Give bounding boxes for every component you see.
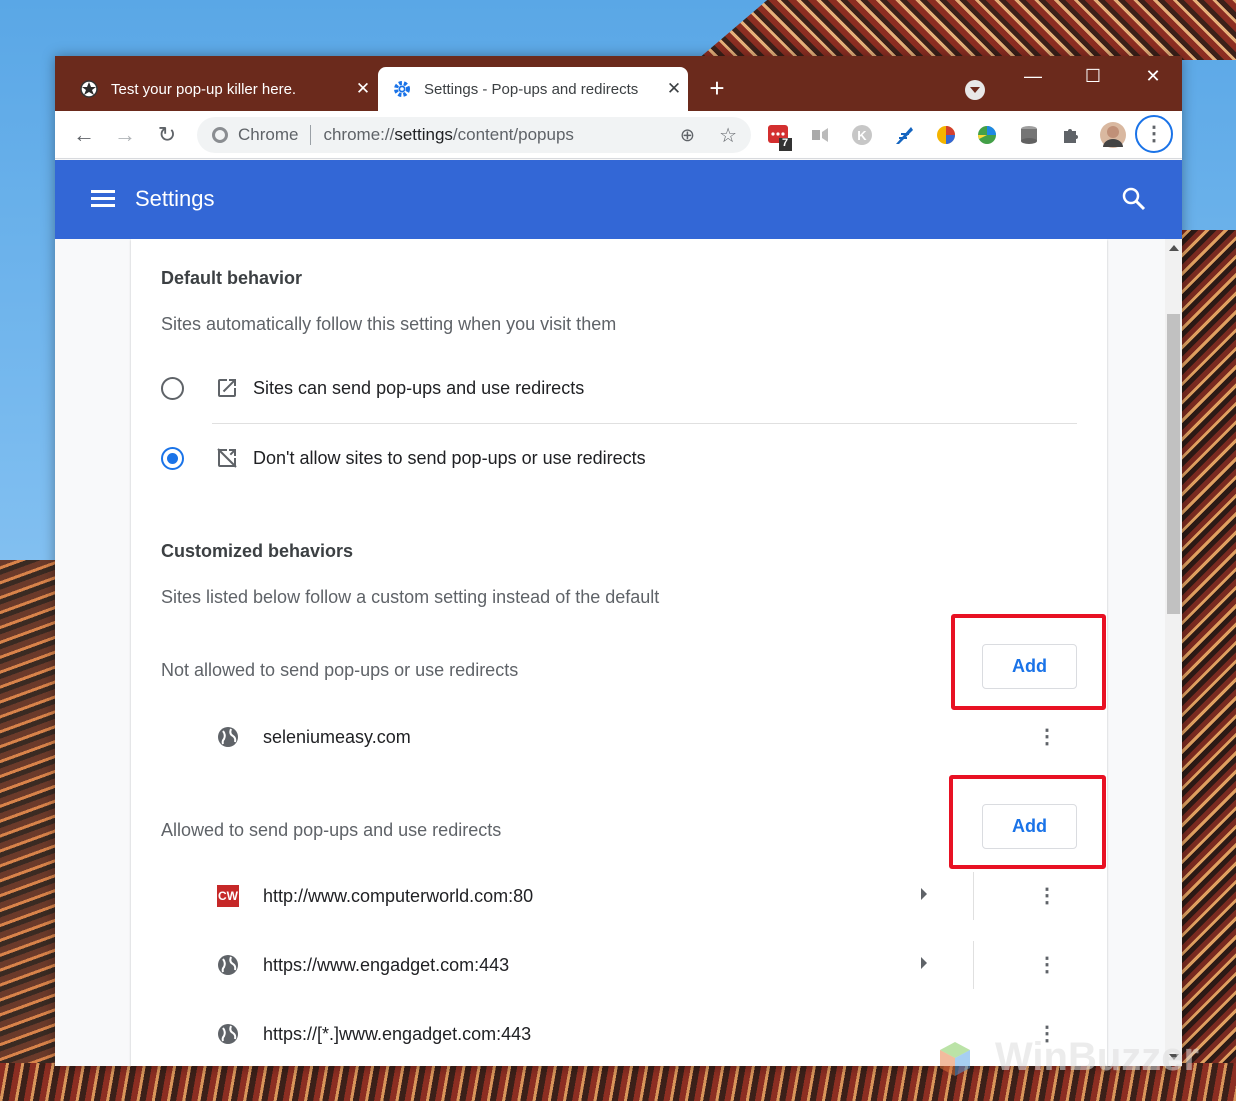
divider <box>212 423 1077 424</box>
blocked-list-label: Not allowed to send pop-ups or use redir… <box>161 660 519 680</box>
tab-close-icon[interactable]: ✕ <box>349 79 377 99</box>
radio-block-popups[interactable]: Don't allow sites to send pop-ups or use… <box>161 440 646 476</box>
url-scheme: chrome:// <box>323 125 395 144</box>
globe-icon <box>217 1023 239 1045</box>
extension-storage-icon[interactable] <box>1018 124 1040 146</box>
tab-close-icon[interactable]: ✕ <box>660 79 688 99</box>
background-building-left <box>0 560 60 1101</box>
hamburger-menu-icon[interactable] <box>91 190 115 208</box>
tab-popup-test[interactable]: Test your pop-up killer here. ✕ <box>65 67 377 111</box>
tab-title: Settings - Pop-ups and redirects <box>424 80 639 98</box>
site-url: seleniumeasy.com <box>263 726 411 747</box>
extension-green-chart-icon[interactable] <box>976 124 998 146</box>
site-url: http://www.computerworld.com:80 <box>263 885 534 906</box>
page-scrollbar[interactable] <box>1165 239 1182 1066</box>
forward-arrow-icon[interactable]: → <box>111 121 139 149</box>
winbuzzer-watermark: WinBuzzer <box>935 1035 1199 1080</box>
profile-avatar[interactable] <box>1099 121 1127 149</box>
globe-icon <box>217 954 239 976</box>
new-tab-plus-icon[interactable]: + <box>705 75 729 101</box>
bookmark-star-icon[interactable]: ☆ <box>719 123 737 148</box>
vertical-separator <box>973 941 974 989</box>
maximize-icon[interactable]: ☐ <box>1070 64 1116 88</box>
extension-pie-chart-icon[interactable] <box>935 124 957 146</box>
search-icon[interactable] <box>1121 186 1147 212</box>
svg-text:K: K <box>857 128 867 143</box>
settings-gear-icon <box>392 79 412 99</box>
settings-title: Settings <box>135 186 215 211</box>
red-highlight-box <box>951 614 1106 710</box>
customized-behaviors-heading: Customized behaviors <box>161 541 354 561</box>
settings-header: Settings <box>55 160 1182 239</box>
settings-content: Default behavior Sites automatically fol… <box>55 239 1165 1066</box>
site-more-actions-icon[interactable]: ⋮ <box>1037 882 1057 910</box>
customized-behaviors-subtitle: Sites listed below follow a custom setti… <box>161 587 660 607</box>
background-building-right <box>1180 230 1236 1101</box>
default-behavior-subtitle: Sites automatically follow this setting … <box>161 314 617 334</box>
site-more-actions-icon[interactable]: ⋮ <box>1037 951 1057 979</box>
popup-blocked-icon <box>215 446 239 470</box>
expand-arrow-icon[interactable] <box>921 957 927 969</box>
open-in-new-icon <box>215 376 239 400</box>
tab-settings-popups[interactable]: Settings - Pop-ups and redirects ✕ <box>378 67 688 111</box>
browser-toolbar: ← → ↻ Chrome chrome://settings/content/p… <box>55 111 1182 159</box>
popups-settings-card: Default behavior Sites automatically fol… <box>131 239 1107 1066</box>
globe-icon <box>217 726 239 748</box>
popup-killer-favicon-icon <box>79 79 99 99</box>
address-separator <box>310 125 312 145</box>
address-chip-label: Chrome <box>238 125 299 144</box>
browser-window: Test your pop-up killer here. ✕ Settings… <box>55 56 1182 1066</box>
extension-k-icon[interactable]: K <box>851 124 873 146</box>
extension-speaker-icon[interactable] <box>810 124 832 146</box>
minimize-icon[interactable]: — <box>1010 64 1056 88</box>
zoom-icon[interactable]: ⊕ <box>680 125 695 146</box>
url-host: settings <box>394 125 453 144</box>
chrome-logo-icon <box>212 127 228 143</box>
default-behavior-heading: Default behavior <box>161 268 303 288</box>
radio-button-checked[interactable] <box>161 446 184 470</box>
window-close-icon[interactable]: ✕ <box>1130 64 1176 88</box>
winbuzzer-logo-icon <box>935 1036 985 1080</box>
extension-badge: 7 <box>782 137 789 149</box>
extension-feather-icon[interactable] <box>893 124 915 146</box>
red-highlight-box <box>949 775 1106 869</box>
scroll-thumb[interactable] <box>1167 314 1180 614</box>
site-url: https://www.engadget.com:443 <box>263 954 510 975</box>
back-arrow-icon[interactable]: ← <box>70 121 98 149</box>
allowed-list-label: Allowed to send pop-ups and use redirect… <box>161 820 502 840</box>
extension-red-icon[interactable]: 7 <box>767 124 792 151</box>
background-roof <box>696 0 1236 60</box>
tab-search-chevron-icon[interactable] <box>965 80 985 100</box>
tab-title: Test your pop-up killer here. <box>111 80 297 98</box>
site-more-actions-icon[interactable]: ⋮ <box>1037 723 1057 751</box>
expand-arrow-icon[interactable] <box>921 888 927 900</box>
radio-allow-popups[interactable]: Sites can send pop-ups and use redirects <box>161 370 584 406</box>
radio-button[interactable] <box>161 376 184 400</box>
site-url: https://[*.]www.engadget.com:443 <box>263 1023 532 1044</box>
allowed-site-row[interactable]: https://www.engadget.com:443 ⋮ <box>217 941 1077 989</box>
extensions-puzzle-icon[interactable] <box>1060 124 1082 146</box>
allowed-site-row[interactable]: CW http://www.computerworld.com:80 ⋮ <box>217 872 1077 920</box>
address-bar[interactable]: Chrome chrome://settings/content/popups … <box>197 117 751 153</box>
watermark-text: WinBuzzer <box>995 1035 1200 1079</box>
reload-icon[interactable]: ↻ <box>153 121 181 149</box>
chrome-menu-kebab-icon[interactable]: ⋮ <box>1135 115 1173 153</box>
scroll-up-arrow-icon[interactable] <box>1169 245 1179 251</box>
radio-label: Don't allow sites to send pop-ups or use… <box>253 447 646 468</box>
tab-strip: Test your pop-up killer here. ✕ Settings… <box>55 56 1182 111</box>
url-path: /content/popups <box>452 125 574 144</box>
vertical-separator <box>973 872 974 920</box>
radio-label: Sites can send pop-ups and use redirects <box>253 377 585 398</box>
cw-favicon: CW <box>217 885 239 907</box>
blocked-site-row: seleniumeasy.com ⋮ <box>217 719 1077 755</box>
